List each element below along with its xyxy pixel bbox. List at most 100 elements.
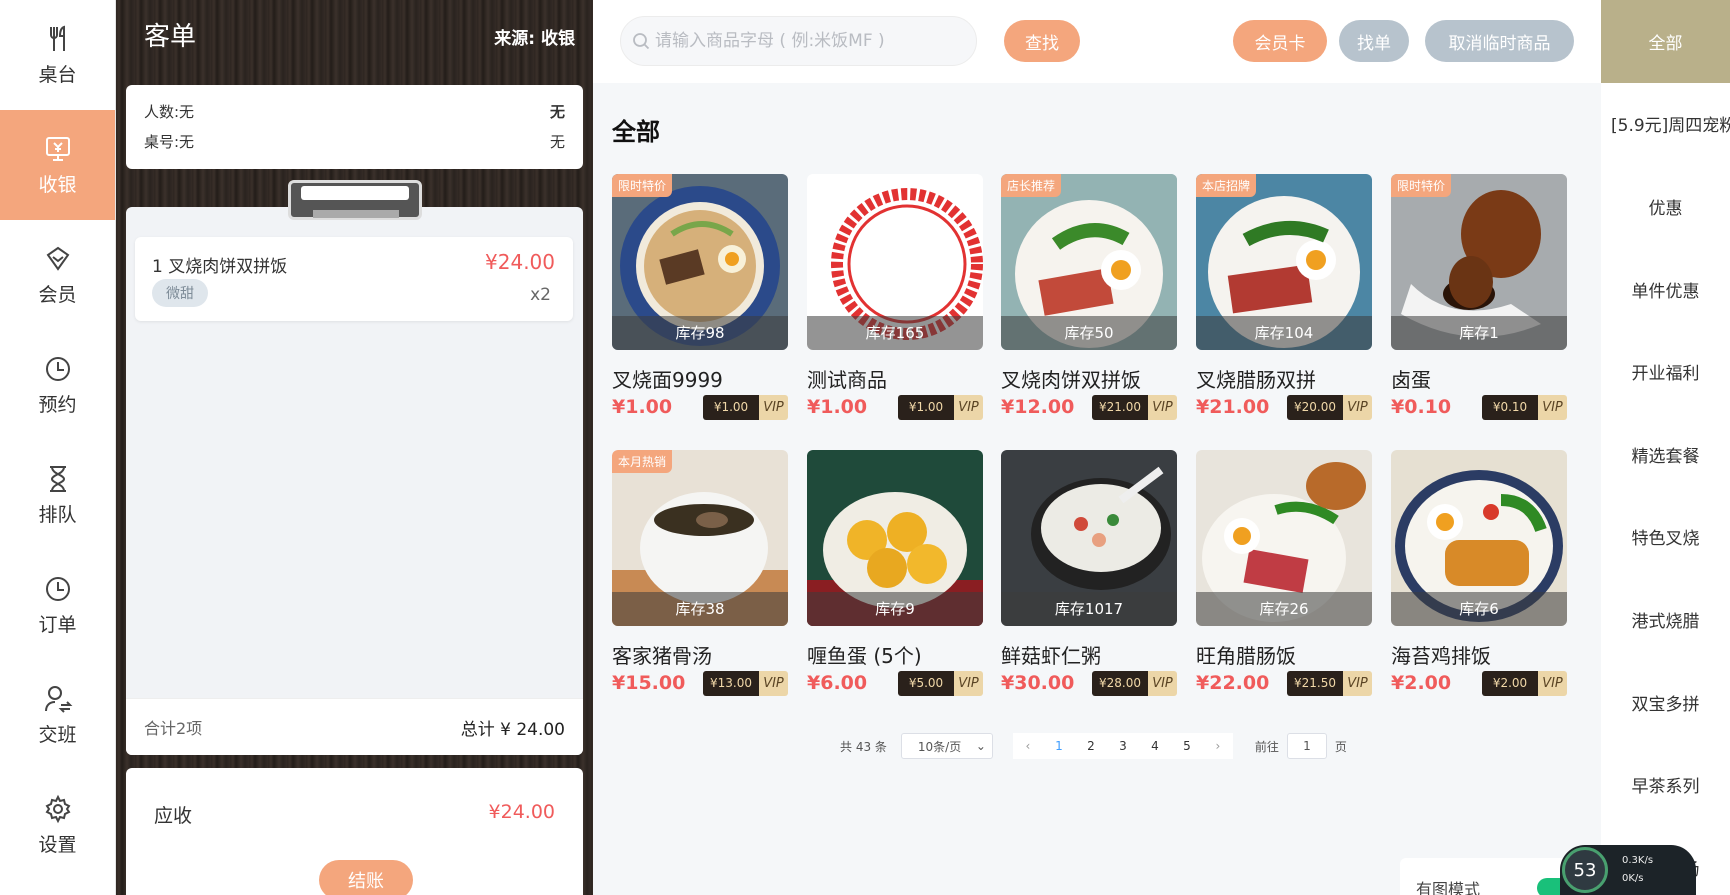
category-item[interactable]: 港式烧腊 (1601, 578, 1730, 661)
order-item-tag: 微甜 (152, 279, 208, 307)
vip-price-tag: ¥20.00 VIP (1287, 395, 1372, 420)
people-label: 人数:无 (144, 103, 195, 121)
table-label: 桌号:无 (144, 133, 195, 151)
vip-label: VIP (1343, 671, 1372, 696)
order-item-price: ¥24.00 (485, 250, 555, 274)
category-item[interactable]: 开业福利 (1601, 330, 1730, 413)
checkout-button[interactable]: 结账 (319, 860, 413, 895)
next-page-button[interactable]: › (1202, 733, 1233, 759)
category-item[interactable]: 特色叉烧 (1601, 496, 1730, 579)
network-monitor-widget[interactable]: 53 0.3K/s 0K/s (1560, 845, 1696, 895)
nav-item-table[interactable]: 桌台 (0, 0, 115, 110)
nav-item-orders[interactable]: 订单 (0, 550, 115, 660)
cancel-temp-item-button[interactable]: 取消临时商品 (1425, 20, 1574, 62)
product-card[interactable]: 本店招牌 库存104 叉烧腊肠双拼 ¥21.00 ¥20.00 VIP (1196, 174, 1372, 426)
category-item[interactable]: [5.9元]周四宠粉 (1601, 83, 1730, 166)
product-image: 库存6 (1391, 450, 1567, 626)
vip-price-tag: ¥13.00 VIP (703, 671, 788, 696)
product-price: ¥12.00 (1001, 396, 1075, 418)
product-image: 库存26 (1196, 450, 1372, 626)
amount-due-card: 应收 ¥24.00 结账 (126, 768, 583, 895)
product-card[interactable]: 限时特价 库存98 叉烧面9999 ¥1.00 ¥1.00 VIP (612, 174, 788, 426)
search-box[interactable] (620, 16, 977, 66)
vip-price: ¥21.00 (1092, 395, 1148, 420)
nav-label: 订单 (38, 613, 77, 636)
product-price: ¥6.00 (807, 672, 868, 694)
product-price: ¥22.00 (1196, 672, 1270, 694)
section-title: 全部 (612, 118, 660, 146)
vip-label: VIP (1343, 395, 1372, 420)
page-size-select[interactable]: 10条/页 ⌄ (900, 733, 993, 759)
product-price: ¥30.00 (1001, 672, 1075, 694)
vip-price: ¥28.00 (1092, 671, 1148, 696)
vip-label: VIP (759, 395, 788, 420)
vip-price: ¥1.00 (703, 395, 759, 420)
product-badge: 限时特价 (1391, 174, 1452, 197)
category-item[interactable]: 双宝多拼 (1601, 661, 1730, 744)
goto-page-input[interactable]: 1 (1286, 733, 1327, 759)
nav-label: 桌台 (38, 63, 77, 86)
product-name: 测试商品 (807, 368, 887, 392)
order-item[interactable]: 1 叉烧肉饼双拼饭 ¥24.00 微甜 x2 (135, 237, 573, 321)
product-name: 旺角腊肠饭 (1196, 644, 1296, 668)
product-name: 鲜菇虾仁粥 (1001, 644, 1101, 668)
app-root: 桌台 收银 会员 预约 排队 订单 交班 设置 客单 来源: 收银 人数:无 无… (0, 0, 1730, 895)
vip-label: VIP (1538, 671, 1567, 696)
product-card[interactable]: 店长推荐 库存50 叉烧肉饼双拼饭 ¥12.00 ¥21.00 VIP (1001, 174, 1177, 426)
image-mode-label: 有图模式 (1416, 880, 1481, 895)
product-image: 库存1017 (1001, 450, 1177, 626)
product-name: 叉烧面9999 (612, 368, 723, 392)
find-bill-button[interactable]: 找单 (1339, 20, 1409, 62)
member-card-button[interactable]: 会员卡 (1233, 20, 1327, 62)
clip-bar (301, 186, 409, 200)
product-price: ¥1.00 (807, 396, 868, 418)
product-stock: 库存98 (612, 316, 788, 350)
product-stock: 库存1 (1391, 316, 1567, 350)
find-button[interactable]: 查找 (1004, 20, 1080, 62)
main-area: 查找 会员卡 找单 取消临时商品 全部 限时特价 库存98 叉烧面9999 ¥1… (593, 0, 1601, 895)
search-icon (633, 33, 650, 50)
product-stock: 库存9 (807, 592, 983, 626)
product-card[interactable]: 限时特价 库存1 卤蛋 ¥0.10 ¥0.10 VIP (1391, 174, 1567, 426)
prev-page-button[interactable]: ‹ (1012, 733, 1043, 759)
vip-price-tag: ¥21.00 VIP (1092, 395, 1177, 420)
nav-item-reservation[interactable]: 预约 (0, 330, 115, 440)
page-number[interactable]: 4 (1138, 733, 1171, 759)
page-number[interactable]: 2 (1074, 733, 1107, 759)
product-card[interactable]: 库存26 旺角腊肠饭 ¥22.00 ¥21.50 VIP (1196, 450, 1372, 702)
nav-item-queue[interactable]: 排队 (0, 440, 115, 550)
vip-price: ¥13.00 (703, 671, 759, 696)
category-item[interactable]: 全部 (1601, 0, 1730, 83)
product-card[interactable]: 库存6 海苔鸡排饭 ¥2.00 ¥2.00 VIP (1391, 450, 1567, 702)
cashier-icon (45, 136, 70, 161)
nav-label: 交班 (38, 723, 77, 746)
product-price: ¥15.00 (612, 672, 686, 694)
chevron-down-icon: ⌄ (975, 739, 986, 753)
clipboard-clip (288, 180, 422, 220)
product-card[interactable]: 库存165 测试商品 ¥1.00 ¥1.00 VIP (807, 174, 983, 426)
vip-price-tag: ¥28.00 VIP (1092, 671, 1177, 696)
nav-item-member[interactable]: 会员 (0, 220, 115, 330)
category-item[interactable]: 精选套餐 (1601, 413, 1730, 496)
page-number[interactable]: 5 (1170, 733, 1203, 759)
user-swap-icon (44, 685, 72, 713)
vip-price: ¥2.00 (1482, 671, 1538, 696)
page-number[interactable]: 1 (1042, 733, 1075, 759)
product-card[interactable]: 库存1017 鲜菇虾仁粥 ¥30.00 ¥28.00 VIP (1001, 450, 1177, 702)
search-input[interactable] (655, 31, 965, 51)
category-item[interactable]: 优惠 (1601, 165, 1730, 248)
vip-label: VIP (954, 671, 983, 696)
nav-item-cashier[interactable]: 收银 (0, 110, 115, 220)
product-card[interactable]: 本月热销 库存38 客家猪骨汤 ¥15.00 ¥13.00 VIP (612, 450, 788, 702)
product-card[interactable]: 库存9 喱鱼蛋 (5个) ¥6.00 ¥5.00 VIP (807, 450, 983, 702)
category-item[interactable]: 早茶系列 (1601, 743, 1730, 826)
category-item[interactable]: 单件优惠 (1601, 248, 1730, 331)
nav-label: 会员 (38, 283, 77, 306)
product-price: ¥2.00 (1391, 672, 1452, 694)
nav-item-shift[interactable]: 交班 (0, 660, 115, 770)
vip-label: VIP (759, 671, 788, 696)
product-image: 库存9 (807, 450, 983, 626)
nav-item-settings[interactable]: 设置 (0, 770, 115, 880)
order-count: 合计2项 (144, 719, 203, 738)
page-number[interactable]: 3 (1106, 733, 1139, 759)
